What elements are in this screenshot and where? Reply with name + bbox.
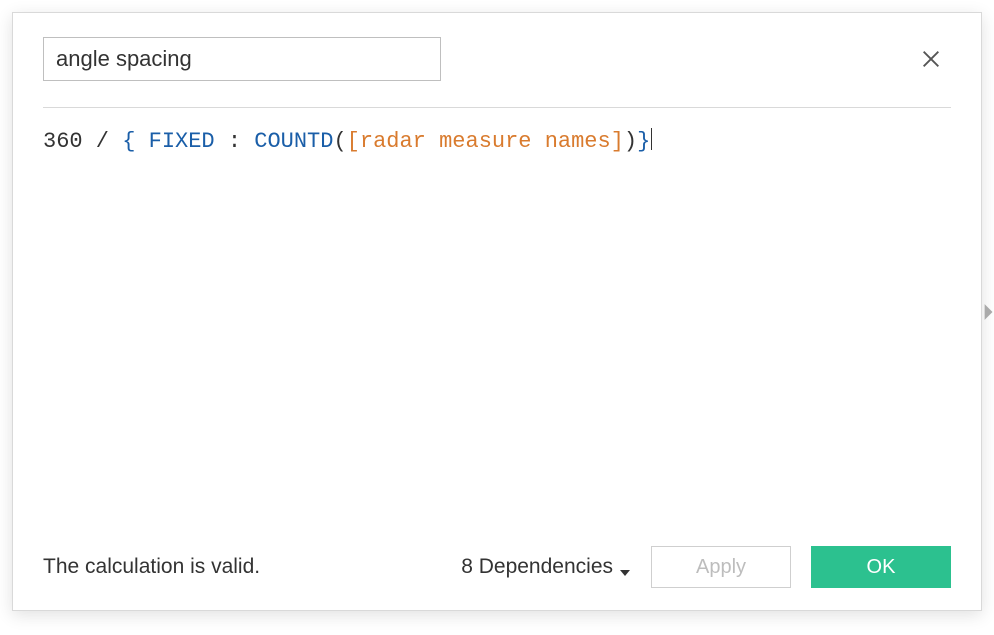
formula-token: (	[333, 129, 346, 154]
dependencies-label: 8 Dependencies	[461, 555, 613, 579]
formula-token: {	[122, 129, 148, 154]
formula-token: COUNTD	[254, 129, 333, 154]
formula-token: )	[624, 129, 637, 154]
chevron-down-icon	[619, 561, 631, 573]
text-cursor	[651, 128, 652, 150]
chevron-right-icon	[982, 303, 994, 321]
expand-functions-button[interactable]	[981, 297, 994, 327]
calculated-field-dialog: 360 / { FIXED : COUNTD([radar measure na…	[12, 12, 982, 611]
header-divider	[43, 107, 951, 108]
apply-button[interactable]: Apply	[651, 546, 791, 588]
dialog-header	[43, 37, 951, 81]
dialog-footer: The calculation is valid. 8 Dependencies…	[43, 546, 951, 588]
formula-token: [radar measure names]	[347, 129, 624, 154]
formula-editor[interactable]: 360 / { FIXED : COUNTD([radar measure na…	[43, 126, 951, 506]
field-name-input[interactable]	[43, 37, 441, 81]
formula-token: }	[637, 129, 650, 154]
formula-token: FIXED	[149, 129, 228, 154]
dependencies-dropdown[interactable]: 8 Dependencies	[461, 555, 631, 579]
close-icon	[920, 48, 942, 70]
formula-token: :	[228, 129, 254, 154]
close-button[interactable]	[911, 39, 951, 79]
validation-status: The calculation is valid.	[43, 555, 260, 579]
formula-token: 360 /	[43, 129, 122, 154]
ok-button[interactable]: OK	[811, 546, 951, 588]
